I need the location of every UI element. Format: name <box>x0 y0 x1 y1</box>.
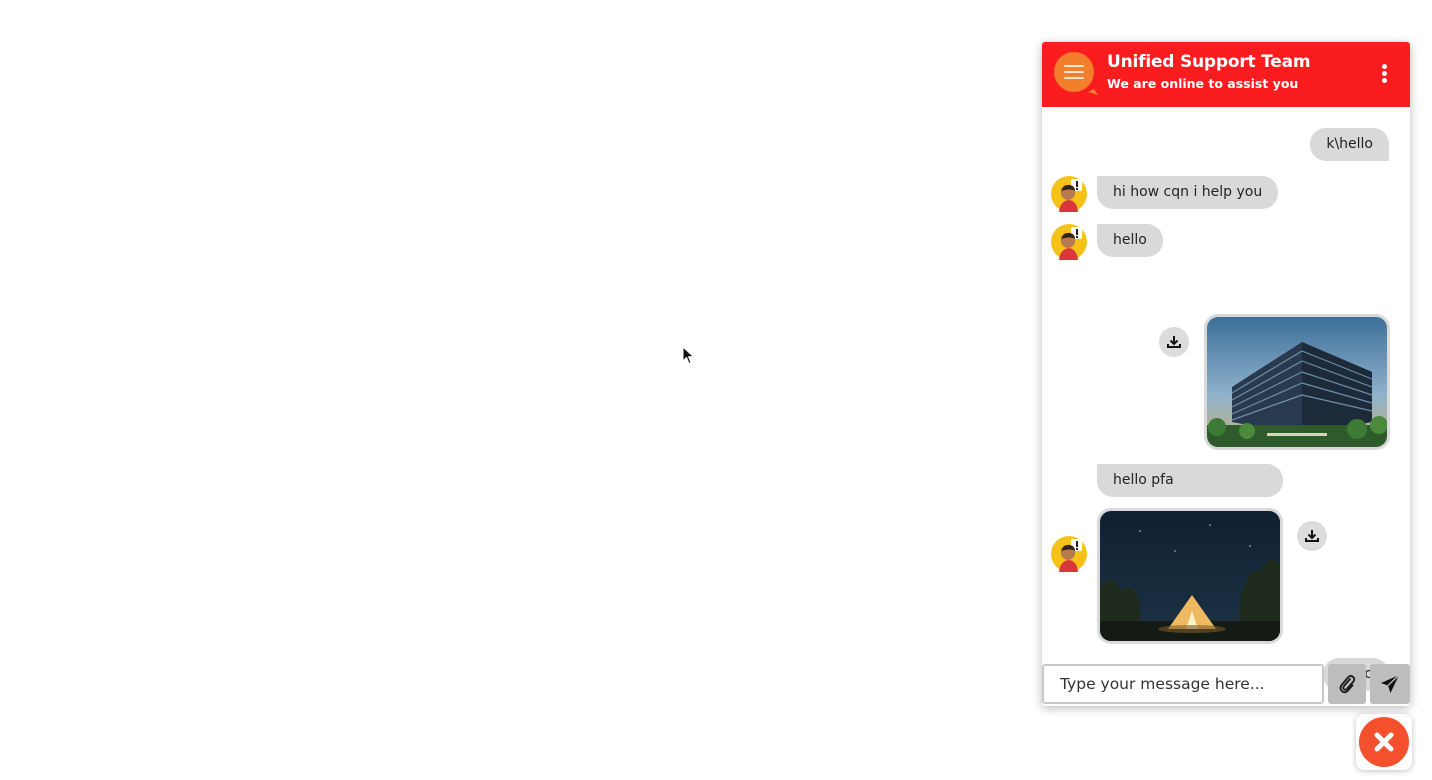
message-list: k\hello hi how cqn i help you hello hell… <box>1042 107 1410 691</box>
composer-bar <box>1042 664 1410 706</box>
agent-avatar-icon <box>1051 176 1087 212</box>
chat-widget: Unified Support Team We are online to as… <box>1042 42 1410 706</box>
attach-button[interactable] <box>1328 664 1366 704</box>
close-icon <box>1374 732 1394 752</box>
download-button[interactable] <box>1159 327 1189 357</box>
mouse-cursor-icon <box>682 346 695 365</box>
image-message[interactable] <box>1097 508 1283 644</box>
header-title: Unified Support Team <box>1107 52 1311 72</box>
agent-message: hi how cqn i help you <box>1097 176 1279 209</box>
agent-avatar-icon <box>1051 536 1087 572</box>
header-subtitle: We are online to assist you <box>1107 76 1299 91</box>
office-building-photo <box>1207 317 1387 447</box>
paper-plane-icon <box>1381 674 1400 693</box>
user-message: k\hello <box>1310 128 1389 161</box>
chat-bubble-menu-icon <box>1054 52 1098 95</box>
paperclip-icon <box>1339 675 1356 694</box>
agent-avatar-icon <box>1051 224 1087 260</box>
kebab-menu-icon[interactable] <box>1376 62 1392 86</box>
download-button[interactable] <box>1297 521 1327 551</box>
agent-message: hello pfa <box>1097 464 1283 497</box>
message-input[interactable] <box>1042 664 1324 704</box>
download-icon <box>1305 530 1319 542</box>
agent-message: hello <box>1097 224 1163 257</box>
download-icon <box>1167 336 1181 348</box>
send-button[interactable] <box>1370 664 1410 704</box>
night-tent-photo <box>1100 511 1280 641</box>
image-message[interactable] <box>1204 314 1390 450</box>
chat-header: Unified Support Team We are online to as… <box>1042 42 1410 107</box>
chat-launcher-close-button[interactable] <box>1356 714 1412 770</box>
